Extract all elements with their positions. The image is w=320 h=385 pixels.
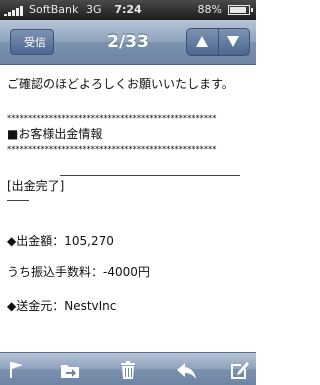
reply-icon — [177, 363, 196, 379]
separator-stars-bottom: ****************************************… — [7, 144, 217, 154]
greeting-text: ご確認のほどよろしくお願いいたします。 — [7, 77, 234, 91]
move-to-folder-button[interactable] — [59, 359, 81, 381]
separator-stars-top: ****************************************… — [7, 113, 217, 123]
delete-button[interactable] — [117, 359, 139, 381]
compose-icon — [231, 362, 249, 379]
withdrawal-amount: ◆出金額：105,270 — [7, 234, 114, 248]
flag-icon — [10, 362, 23, 378]
previous-message-button[interactable] — [187, 29, 219, 55]
arrow-up-icon — [196, 36, 208, 47]
sender-info: ◆送金元：NestvInc — [7, 299, 117, 313]
status-bar: SoftBank 3G 7:24 88% — [0, 0, 256, 20]
message-navigation-control — [186, 28, 250, 56]
flag-button[interactable] — [6, 359, 28, 381]
battery-percent: 88% — [197, 3, 222, 16]
compose-button[interactable] — [229, 359, 251, 381]
divider-short — [7, 200, 29, 201]
bottom-toolbar — [0, 352, 256, 385]
section-title: ■お客様出金情報 — [7, 127, 103, 141]
message-body: ご確認のほどよろしくお願いいたします。 ********************… — [0, 65, 256, 352]
reply-button[interactable] — [175, 359, 197, 381]
battery-icon — [228, 5, 253, 15]
navigation-bar: 2/33 受信 — [0, 20, 256, 65]
move-to-folder-icon — [61, 365, 79, 378]
trash-icon — [121, 361, 135, 379]
arrow-down-icon — [227, 36, 239, 47]
inbox-back-button[interactable]: 受信 — [10, 29, 54, 55]
divider-line — [60, 175, 240, 176]
next-message-button[interactable] — [218, 29, 249, 55]
status-label: [出金完了] — [7, 179, 65, 193]
transfer-fee: うち振込手数料：-4000円 — [7, 265, 150, 279]
